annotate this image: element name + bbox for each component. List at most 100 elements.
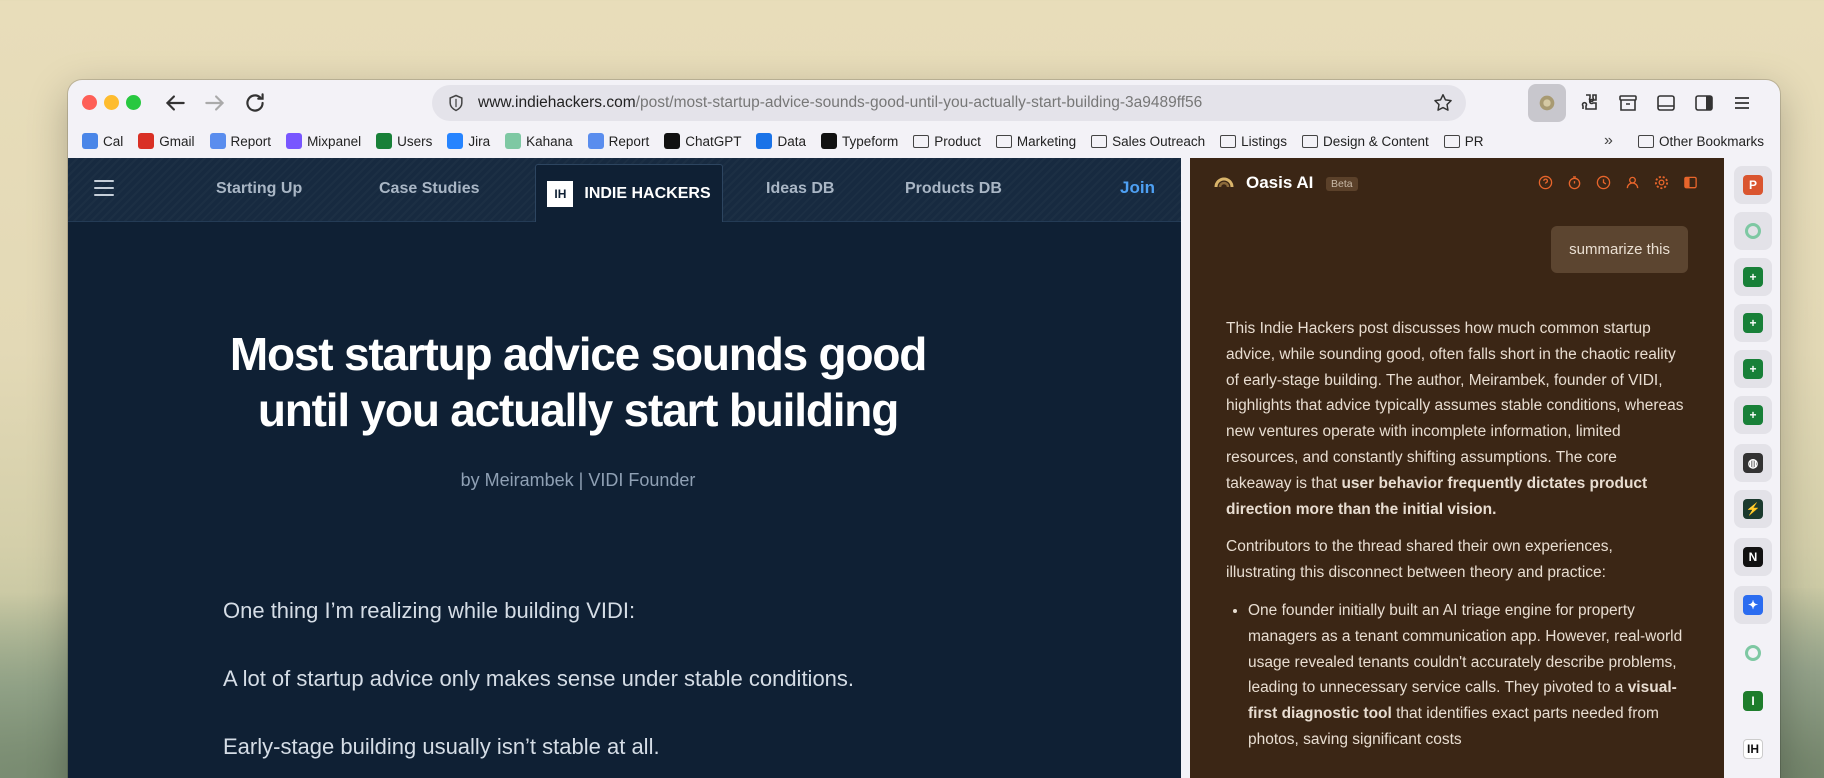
browser-window: www.indiehackers.com/post/most-startup-a… xyxy=(68,80,1780,778)
article-byline: by Meirambek | VIDI Founder xyxy=(460,470,696,490)
nav-case-studies[interactable]: Case Studies xyxy=(379,180,479,198)
bottom-panel-icon[interactable] xyxy=(1654,91,1678,115)
url-path: /post/most-startup-advice-sounds-good-un… xyxy=(635,94,1203,111)
reply-paragraph: Contributors to the thread shared their … xyxy=(1226,538,1613,582)
bookmark-kahana[interactable]: Kahana xyxy=(505,133,573,149)
user-icon[interactable] xyxy=(1625,175,1640,190)
menu-icon[interactable] xyxy=(1730,91,1754,115)
rail-globe-button[interactable]: ◍ xyxy=(1734,444,1772,482)
jira-icon xyxy=(447,133,464,149)
assistant-name: Oasis AI xyxy=(1246,173,1314,192)
rail-sheets-button[interactable]: + xyxy=(1734,304,1772,342)
nav-ideas-db[interactable]: Ideas DB xyxy=(766,180,834,198)
bookmark-sales-outreach[interactable]: Sales Outreach xyxy=(1091,134,1205,149)
bookmark-cal[interactable]: Cal xyxy=(82,133,123,149)
join-link[interactable]: Join xyxy=(1120,178,1155,198)
article-paragraph: A lot of startup advice only makes sense… xyxy=(223,666,855,691)
help-icon[interactable] xyxy=(1538,175,1553,190)
green-app-icon: I xyxy=(1743,691,1763,711)
rail-activity-button[interactable]: ⚡ xyxy=(1734,490,1772,528)
reply-text: One founder initially built an AI triage… xyxy=(1248,601,1683,697)
back-arrow-icon[interactable] xyxy=(162,90,188,116)
nav-products-db[interactable]: Products DB xyxy=(905,180,1002,198)
kahana-icon xyxy=(1745,223,1761,239)
address-bar[interactable]: www.indiehackers.com/post/most-startup-a… xyxy=(432,85,1466,121)
bookmark-gmail[interactable]: Gmail xyxy=(138,133,195,149)
bookmark-typeform[interactable]: Typeform xyxy=(821,133,898,149)
bookmark-label: Typeform xyxy=(842,133,899,149)
settings-gear-icon[interactable] xyxy=(1654,175,1669,190)
archive-box-icon[interactable] xyxy=(1616,91,1640,115)
bookmark-users[interactable]: Users xyxy=(376,133,432,149)
other-bookmarks-label: Other Bookmarks xyxy=(1659,133,1765,149)
rail-sheets-button[interactable]: + xyxy=(1734,396,1772,434)
site-nav: Starting Up Case Studies IH INDIE HACKER… xyxy=(68,158,1181,222)
article-title: Most startup advice sounds good until yo… xyxy=(229,328,928,436)
indiehackers-icon: IH xyxy=(1743,739,1763,759)
data-icon xyxy=(756,133,773,149)
bookmark-label: Cal xyxy=(103,133,124,149)
reload-icon[interactable] xyxy=(242,90,268,116)
folder-icon xyxy=(1638,134,1654,148)
bookmark-pr[interactable]: PR xyxy=(1443,134,1484,149)
other-bookmarks-folder[interactable]: Other Bookmarks xyxy=(1638,134,1764,149)
sheets-icon: + xyxy=(1743,313,1763,333)
bookmark-label: Marketing xyxy=(1016,133,1077,149)
reply-text: This Indie Hackers post discusses how mu… xyxy=(1226,320,1684,492)
user-message: summarize this xyxy=(1551,226,1688,273)
bookmark-mixpanel[interactable]: Mixpanel xyxy=(286,133,361,149)
beta-badge: Beta xyxy=(1326,177,1358,191)
bookmark-data[interactable]: Data xyxy=(756,133,806,149)
chatgpt-icon xyxy=(664,133,681,149)
bookmark-label: Data xyxy=(777,133,807,149)
bookmark-report[interactable]: Report xyxy=(209,133,271,149)
article-paragraph: One thing I’m realizing while building V… xyxy=(223,598,636,623)
reply-bullet-list: One founder initially built an AI triage… xyxy=(1226,598,1686,753)
sheets-icon: + xyxy=(1743,405,1763,425)
folder-icon xyxy=(1301,134,1318,148)
report-icon xyxy=(587,133,604,149)
collapse-panel-icon[interactable] xyxy=(1683,175,1698,190)
bookmark-listings[interactable]: Listings xyxy=(1220,134,1287,149)
bookmark-star-icon[interactable] xyxy=(1432,92,1454,114)
bookmark-label: Gmail xyxy=(159,133,195,149)
article-paragraph: Early-stage building usually isn’t stabl… xyxy=(223,734,660,759)
bookmark-chatgpt[interactable]: ChatGPT xyxy=(664,133,741,149)
rail-kahana-button[interactable] xyxy=(1734,634,1772,672)
bookmark-report[interactable]: Report xyxy=(587,133,649,149)
bookmark-product[interactable]: Product xyxy=(913,134,981,149)
url-host: www.indiehackers.com xyxy=(478,94,636,111)
oasis-extension-button[interactable] xyxy=(1528,84,1566,122)
bookmark-design-content[interactable]: Design & Content xyxy=(1301,133,1429,149)
report-icon xyxy=(209,133,226,149)
bookmark-label: Users xyxy=(397,133,433,149)
bookmark-jira[interactable]: Jira xyxy=(447,133,490,149)
rail-green-app-button[interactable]: I xyxy=(1734,682,1772,720)
rail-product-hunt-button[interactable]: P xyxy=(1734,166,1772,204)
rail-kahana-button[interactable] xyxy=(1734,212,1772,250)
bookmark-label: Design & Content xyxy=(1322,133,1429,149)
minimize-window-button[interactable] xyxy=(104,95,119,110)
assistant-reply: This Indie Hackers post discusses how mu… xyxy=(1226,316,1686,753)
close-window-button[interactable] xyxy=(82,95,97,110)
timer-icon[interactable] xyxy=(1567,175,1582,190)
history-clock-icon[interactable] xyxy=(1596,175,1611,190)
forward-arrow-icon[interactable] xyxy=(202,90,228,116)
rail-notion-button[interactable]: N xyxy=(1734,538,1772,576)
hamburger-menu-icon[interactable] xyxy=(94,180,114,196)
extensions-puzzle-icon[interactable] xyxy=(1578,91,1602,115)
nav-starting-up[interactable]: Starting Up xyxy=(216,180,302,198)
nav-indie-hackers-home[interactable]: IH INDIE HACKERS xyxy=(535,164,723,222)
plugin-icon: ✦ xyxy=(1743,595,1763,615)
rail-sheets-button[interactable]: + xyxy=(1734,350,1772,388)
bookmark-label: Listings xyxy=(1241,133,1287,149)
shield-icon xyxy=(449,94,463,112)
zoom-window-button[interactable] xyxy=(126,95,141,110)
bookmark-marketing[interactable]: Marketing xyxy=(995,133,1077,149)
rail-plugin-button[interactable]: ✦ xyxy=(1734,586,1772,624)
more-bookmarks-chevron-icon[interactable]: » xyxy=(1604,132,1613,150)
sidebar-toggle-icon[interactable] xyxy=(1692,91,1716,115)
bookmark-label: Product xyxy=(934,133,981,149)
rail-indiehackers-button[interactable]: IH xyxy=(1734,730,1772,768)
rail-sheets-button[interactable]: + xyxy=(1734,258,1772,296)
